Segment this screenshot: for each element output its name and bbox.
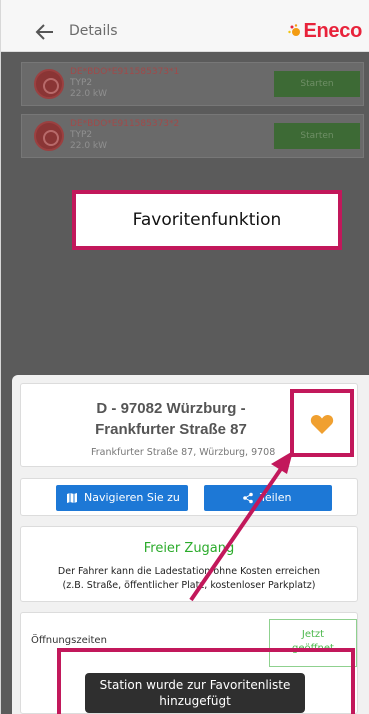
share-label: Teilen [260,491,292,504]
toast-line-1: Station wurde zur Favoritenliste [99,678,291,692]
navigate-button[interactable]: Navigieren Sie zu [56,485,188,511]
logo-text: Eneco [303,19,362,42]
navigate-label: Navigieren Sie zu [84,491,180,504]
start-button[interactable]: Starten [274,123,360,149]
station-title: D - 97082 Würzburg - Frankfurter Straße … [21,398,321,440]
access-desc-line-2: (z.B. Straße, öffentlicher Platz, kosten… [62,580,316,591]
hours-label: Öffnungszeiten [31,635,107,646]
badge-line-1: Jetzt [301,629,325,640]
top-bar: Details Eneco [1,0,369,52]
station-row-2[interactable]: DE*BDO*E911585373*2 TYP2 22.0 kW Starten [21,114,364,158]
logo-sun-icon [288,24,301,36]
station-power: 22.0 kW [70,89,108,99]
title-line-2: Frankfurter Straße 87 [95,421,247,438]
station-address: Frankfurter Straße 87, Würzburg, 9708 [91,447,276,458]
station-row-1[interactable]: DE*BDO*E911585373*1 TYP2 22.0 kW Starten [21,62,364,106]
title-line-1: D - 97082 Würzburg - [96,400,246,417]
toast-line-2: hinzugefügt [159,694,231,708]
access-description: Der Fahrer kann die Ladestation ohne Kos… [21,565,357,593]
station-type: TYP2 [70,78,93,88]
map-icon [67,493,77,503]
heart-icon[interactable] [310,413,334,435]
access-card: Freier Zugang Der Fahrer kann die Ladest… [20,526,358,602]
access-desc-line-1: Der Fahrer kann die Ladestation ohne Kos… [57,566,321,577]
page-title: Details [69,23,118,39]
share-icon [243,492,253,504]
station-id: DE*BDO*E911585373*1 [70,67,180,77]
plug-icon [34,121,64,151]
station-power: 22.0 kW [70,141,108,151]
callout-text: Favoritenfunktion [132,210,282,230]
feature-callout: Favoritenfunktion [72,190,342,250]
share-button[interactable]: Teilen [204,485,332,511]
start-button[interactable]: Starten [274,71,360,97]
toast-message: Station wurde zur Favoritenliste hinzuge… [85,673,305,713]
arrow-left-icon[interactable] [35,22,55,42]
favorite-highlight[interactable] [290,389,354,457]
access-title: Freier Zugang [143,541,235,556]
plug-icon [34,69,64,99]
station-type: TYP2 [70,130,93,140]
app-screen: Details Eneco DE*BDO*E911585373*1 TYP2 2… [0,0,369,714]
callout-box: Favoritenfunktion [80,198,334,242]
station-id: DE*BDO*E911585373*2 [70,119,180,129]
eneco-logo: Eneco [288,16,362,46]
action-card: Navigieren Sie zu Teilen [20,478,358,516]
